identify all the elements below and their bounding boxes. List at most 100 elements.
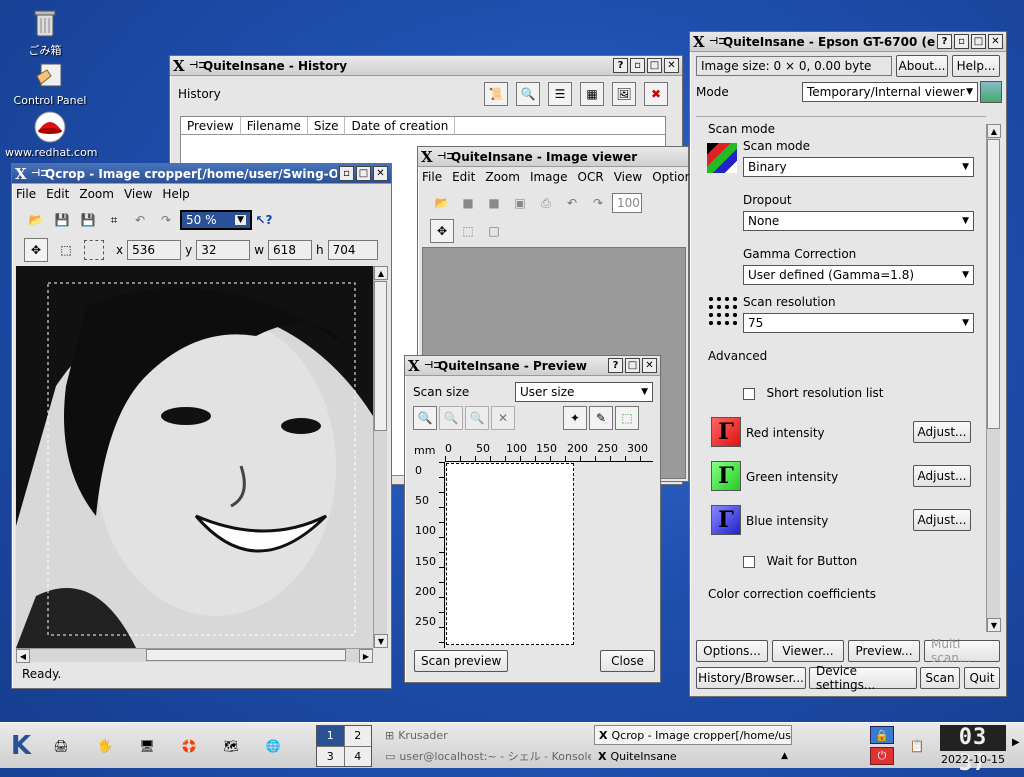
task-krusader[interactable]: ⊞ Krusader xyxy=(381,725,591,745)
undo-icon[interactable]: ↶ xyxy=(128,208,152,232)
pager-desktop-2[interactable]: 2 xyxy=(344,726,371,746)
scroll-thumb[interactable] xyxy=(146,649,346,661)
scroll-up-icon[interactable]: ▲ xyxy=(987,124,1001,138)
scroll-left-icon[interactable]: ◀ xyxy=(16,649,30,663)
whats-this-icon[interactable]: ↖? xyxy=(252,208,276,232)
zoom-field[interactable]: 100 xyxy=(612,193,642,213)
preview-button[interactable]: Preview... xyxy=(848,640,920,662)
column-header[interactable]: Preview xyxy=(181,116,241,135)
zoom-select[interactable]: 50 % ▼ xyxy=(180,210,252,230)
browser-icon[interactable]: 🌐 xyxy=(256,729,290,763)
gamma-select[interactable]: User defined (Gamma=1.8) ▼ xyxy=(743,265,974,285)
device-settings-button[interactable]: Device settings... xyxy=(809,664,917,692)
menu-view[interactable]: View xyxy=(614,170,642,184)
w-field[interactable]: 618 xyxy=(268,240,313,260)
scroll-icon[interactable]: 📜 xyxy=(484,82,508,106)
scan-size-select[interactable]: User size ▼ xyxy=(515,382,653,402)
y-field[interactable]: 32 xyxy=(196,240,251,260)
desktop-icon-trash[interactable]: ごみ箱 xyxy=(0,6,90,58)
scroll-down-icon[interactable]: ▼ xyxy=(987,618,1001,632)
task-quiteinsane[interactable]: X QuiteInsane ▲ xyxy=(594,746,792,766)
save-icon[interactable]: ■ xyxy=(456,191,480,215)
move-tool-icon[interactable]: ✥ xyxy=(24,238,48,262)
epson-titlebar[interactable]: X ⊣⊐ QuiteInsane - Epson GT-6700 (epso ?… xyxy=(690,32,1006,52)
short-resolution-option[interactable]: Short resolution list xyxy=(743,386,883,400)
close-button[interactable]: ✕ xyxy=(642,358,657,373)
options-button[interactable]: Options... xyxy=(696,640,768,662)
clock[interactable]: 03 37 xyxy=(940,725,1006,776)
close-button[interactable]: ✕ xyxy=(373,166,388,181)
preview-area[interactable] xyxy=(446,463,574,645)
blue-adjust-button[interactable]: Adjust... xyxy=(913,509,971,531)
desktop-show-icon[interactable]: 🖐 xyxy=(88,729,122,763)
move-tool-icon[interactable]: ✥ xyxy=(430,219,454,243)
menu-edit[interactable]: Edit xyxy=(46,187,69,201)
help-title-button[interactable]: ? xyxy=(937,34,952,49)
close-button[interactable]: ✕ xyxy=(664,58,679,73)
scroll-thumb[interactable] xyxy=(374,281,387,431)
zoom-reset-icon[interactable]: ✕ xyxy=(491,406,515,430)
save-as-icon[interactable]: ■ xyxy=(482,191,506,215)
task-qcrop[interactable]: X Qcrop - Image cropper[/home/user xyxy=(594,725,792,745)
history-browser-button[interactable]: History/Browser... xyxy=(696,667,806,689)
close-preview-button[interactable]: Close xyxy=(600,650,655,672)
pin-icon[interactable]: ⊣⊐ xyxy=(424,360,442,371)
magic-wand-icon[interactable]: ✦ xyxy=(563,406,587,430)
save-as-icon[interactable]: 💾 xyxy=(76,208,100,232)
zoom-in-icon[interactable]: 🔍 xyxy=(413,406,437,430)
history-titlebar[interactable]: X ⊣⊐ QuiteInsane - History ? ▫ □ ✕ xyxy=(170,56,682,76)
h-field[interactable]: 704 xyxy=(327,240,378,260)
help-title-button[interactable]: ? xyxy=(608,358,623,373)
scroll-right-icon[interactable]: ▶ xyxy=(359,649,373,663)
file-manager-icon[interactable]: 🗺 xyxy=(214,729,248,763)
icon-view-icon[interactable]: ▦ xyxy=(580,82,604,106)
select-tool-icon[interactable]: ⬚ xyxy=(456,219,480,243)
column-header[interactable]: Date of creation xyxy=(345,116,456,135)
scroll-thumb[interactable] xyxy=(987,139,1000,429)
pager-desktop-4[interactable]: 4 xyxy=(344,746,371,766)
photo-canvas[interactable] xyxy=(16,266,373,648)
wait-for-button-option[interactable]: Wait for Button xyxy=(743,554,857,568)
maximize-button[interactable]: □ xyxy=(971,34,986,49)
help-title-button[interactable]: ? xyxy=(613,58,628,73)
pager-desktop-1[interactable]: 1 xyxy=(317,726,344,746)
pin-icon[interactable]: ⊣⊐ xyxy=(437,151,455,162)
multi-scan-button[interactable]: Multi scan... xyxy=(924,637,1000,665)
menu-file[interactable]: File xyxy=(422,170,442,184)
options-scrollbar[interactable]: ▲ ▼ xyxy=(986,124,1001,632)
red-adjust-button[interactable]: Adjust... xyxy=(913,421,971,443)
task-konsole[interactable]: ▭ user@localhost:~ - シェル - Konsole xyxy=(381,746,591,766)
close-button[interactable]: ✕ xyxy=(988,34,1003,49)
new-image-icon[interactable]: 🖼 xyxy=(612,82,636,106)
resolution-select[interactable]: 75 ▼ xyxy=(743,313,974,333)
undo-icon[interactable]: ↶ xyxy=(560,191,584,215)
x-field[interactable]: 536 xyxy=(127,240,182,260)
quit-button[interactable]: Quit xyxy=(964,667,1000,689)
minimize-button[interactable]: ▫ xyxy=(339,166,354,181)
pager-desktop-3[interactable]: 3 xyxy=(317,746,344,766)
vertical-scrollbar[interactable]: ▲ ▼ xyxy=(373,266,388,648)
minimize-button[interactable]: ▫ xyxy=(630,58,645,73)
about-button[interactable]: About... xyxy=(896,55,948,77)
dropout-select[interactable]: None ▼ xyxy=(743,211,974,231)
view-image-icon[interactable]: 🔍 xyxy=(516,82,540,106)
preview-titlebar[interactable]: X ⊣⊐ QuiteInsane - Preview ? □ ✕ xyxy=(405,356,660,376)
rect-tool-icon[interactable] xyxy=(84,240,104,260)
viewer-titlebar[interactable]: X ⊣⊐ QuiteInsane - Image viewer xyxy=(418,147,688,167)
kde-menu-icon[interactable]: K xyxy=(4,729,38,763)
menu-zoom[interactable]: Zoom xyxy=(79,187,114,201)
lock-icon[interactable]: 🔒 xyxy=(870,726,894,744)
menu-image[interactable]: Image xyxy=(530,170,568,184)
short-resolution-checkbox[interactable] xyxy=(743,387,755,400)
column-header[interactable]: Filename xyxy=(241,116,308,135)
pin-icon[interactable]: ⊣⊐ xyxy=(709,36,727,47)
pin-icon[interactable]: ⊣⊐ xyxy=(189,60,207,71)
clipboard-icon[interactable]: 📋 xyxy=(900,729,934,763)
menu-help[interactable]: Help xyxy=(162,187,189,201)
auto-select-icon[interactable]: ✎ xyxy=(589,406,613,430)
chevron-right-icon[interactable]: ▶ xyxy=(1012,737,1020,748)
crop-icon[interactable]: ⌗ xyxy=(102,208,126,232)
scroll-up-icon[interactable]: ▲ xyxy=(374,266,388,280)
redo-icon[interactable]: ↷ xyxy=(154,208,178,232)
help-button[interactable]: Help... xyxy=(952,55,1000,77)
